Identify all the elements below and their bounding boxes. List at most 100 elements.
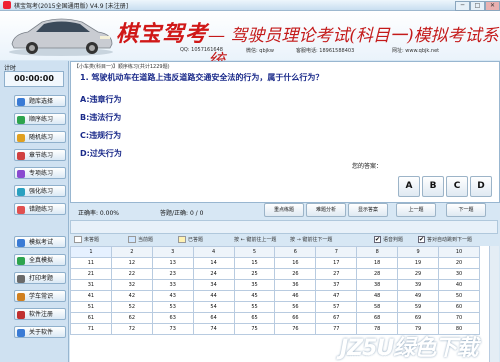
question-cell[interactable]: 32: [110, 279, 153, 291]
question-cell[interactable]: 37: [315, 279, 358, 291]
question-cell[interactable]: 68: [356, 312, 399, 324]
sound-checkbox[interactable]: ✔: [374, 236, 381, 243]
question-cell[interactable]: 41: [70, 290, 112, 302]
question-cell[interactable]: 19: [397, 257, 440, 269]
answer-d-button[interactable]: D: [470, 176, 492, 197]
sidebar-item-7[interactable]: 错题练习: [14, 203, 66, 215]
question-cell[interactable]: 6: [274, 246, 317, 258]
auto-next-checkbox[interactable]: ✔: [418, 236, 425, 243]
question-cell[interactable]: 8: [356, 246, 399, 258]
question-cell[interactable]: 5: [233, 246, 276, 258]
sidebar-item-8[interactable]: 模拟考试: [14, 236, 66, 248]
sidebar-item-6[interactable]: 强化练习: [14, 185, 66, 197]
sidebar-item-3[interactable]: 随机练习: [14, 131, 66, 143]
maximize-button[interactable]: □: [470, 1, 485, 11]
question-cell[interactable]: 10: [438, 246, 480, 258]
question-cell[interactable]: 51: [70, 301, 112, 313]
question-cell[interactable]: 21: [70, 268, 112, 280]
question-cell[interactable]: 35: [233, 279, 276, 291]
sidebar-item-4[interactable]: 章节练习: [14, 149, 66, 161]
question-cell[interactable]: 38: [356, 279, 399, 291]
question-cell[interactable]: 59: [397, 301, 440, 313]
question-cell[interactable]: 58: [356, 301, 399, 313]
question-cell[interactable]: 70: [438, 312, 480, 324]
question-cell[interactable]: 17: [315, 257, 358, 269]
sidebar-item-9[interactable]: 全真模拟: [14, 254, 66, 266]
question-cell[interactable]: 76: [274, 323, 317, 335]
question-cell[interactable]: 7: [315, 246, 358, 258]
question-cell[interactable]: 54: [192, 301, 235, 313]
question-cell[interactable]: 34: [192, 279, 235, 291]
question-cell[interactable]: 24: [192, 268, 235, 280]
question-cell[interactable]: 36: [274, 279, 317, 291]
grid-scrollbar[interactable]: [489, 246, 499, 362]
question-cell[interactable]: 74: [192, 323, 235, 335]
question-cell[interactable]: 47: [315, 290, 358, 302]
question-cell[interactable]: 49: [397, 290, 440, 302]
question-cell[interactable]: 46: [274, 290, 317, 302]
question-cell[interactable]: 11: [70, 257, 112, 269]
answer-a-button[interactable]: A: [398, 176, 420, 197]
question-cell[interactable]: 15: [233, 257, 276, 269]
sidebar-item-11[interactable]: 学车常识: [14, 290, 66, 302]
question-cell[interactable]: 50: [438, 290, 480, 302]
show-answer-button[interactable]: 显示答案: [348, 203, 388, 217]
question-cell[interactable]: 52: [110, 301, 153, 313]
question-cell[interactable]: 45: [233, 290, 276, 302]
question-cell[interactable]: 67: [315, 312, 358, 324]
answer-c-button[interactable]: C: [446, 176, 468, 197]
question-cell[interactable]: 16: [274, 257, 317, 269]
question-cell[interactable]: 61: [70, 312, 112, 324]
question-cell[interactable]: 33: [151, 279, 194, 291]
question-cell[interactable]: 28: [356, 268, 399, 280]
question-cell[interactable]: 44: [192, 290, 235, 302]
question-cell[interactable]: 55: [233, 301, 276, 313]
question-cell[interactable]: 60: [438, 301, 480, 313]
question-cell[interactable]: 22: [110, 268, 153, 280]
question-cell[interactable]: 27: [315, 268, 358, 280]
question-cell[interactable]: 48: [356, 290, 399, 302]
question-cell[interactable]: 3: [151, 246, 194, 258]
question-cell[interactable]: 29: [397, 268, 440, 280]
question-cell[interactable]: 65: [233, 312, 276, 324]
question-cell[interactable]: 72: [110, 323, 153, 335]
sidebar-item-10[interactable]: 打印考题: [14, 272, 66, 284]
sidebar-item-1[interactable]: 题库选择: [14, 95, 66, 107]
question-cell[interactable]: 73: [151, 323, 194, 335]
option-b[interactable]: B:违法行为: [80, 112, 121, 123]
option-a[interactable]: A:违章行为: [80, 94, 122, 105]
question-cell[interactable]: 4: [192, 246, 235, 258]
question-cell[interactable]: 66: [274, 312, 317, 324]
question-cell[interactable]: 14: [192, 257, 235, 269]
sidebar-item-5[interactable]: 专项练习: [14, 167, 66, 179]
question-cell[interactable]: 23: [151, 268, 194, 280]
question-cell[interactable]: 13: [151, 257, 194, 269]
question-cell[interactable]: 26: [274, 268, 317, 280]
sidebar-item-13[interactable]: 关于软件: [14, 326, 66, 338]
sidebar-item-12[interactable]: 软件注册: [14, 308, 66, 320]
question-cell[interactable]: 75: [233, 323, 276, 335]
question-cell[interactable]: 42: [110, 290, 153, 302]
question-cell[interactable]: 30: [438, 268, 480, 280]
question-cell[interactable]: 12: [110, 257, 153, 269]
prev-question-button[interactable]: 上一题: [396, 203, 436, 217]
question-cell[interactable]: 31: [70, 279, 112, 291]
question-cell[interactable]: 25: [233, 268, 276, 280]
question-cell[interactable]: 18: [356, 257, 399, 269]
question-cell[interactable]: 69: [397, 312, 440, 324]
option-c[interactable]: C:违规行为: [80, 130, 121, 141]
question-cell[interactable]: 71: [70, 323, 112, 335]
question-cell[interactable]: 39: [397, 279, 440, 291]
question-cell[interactable]: 62: [110, 312, 153, 324]
close-button[interactable]: ✕: [485, 1, 500, 11]
question-cell[interactable]: 57: [315, 301, 358, 313]
question-cell[interactable]: 53: [151, 301, 194, 313]
question-cell[interactable]: 64: [192, 312, 235, 324]
question-cell[interactable]: 63: [151, 312, 194, 324]
key-practice-button[interactable]: 重点练题: [264, 203, 304, 217]
question-cell[interactable]: 2: [110, 246, 153, 258]
question-cell[interactable]: 43: [151, 290, 194, 302]
minimize-button[interactable]: ─: [455, 1, 470, 11]
sidebar-item-2[interactable]: 顺序练习: [14, 113, 66, 125]
analysis-button[interactable]: 难题分析: [306, 203, 346, 217]
